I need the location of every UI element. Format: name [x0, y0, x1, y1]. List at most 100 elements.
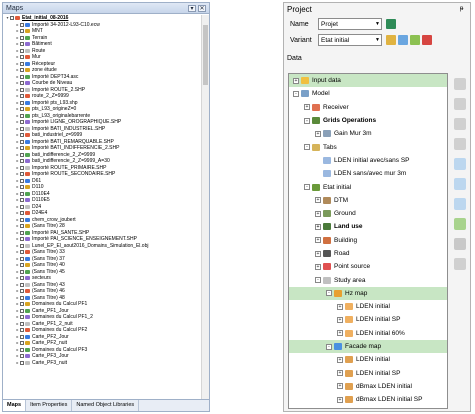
expand-icon[interactable]: +	[337, 356, 343, 363]
project-tree-item[interactable]: + Point source	[289, 260, 447, 273]
project-tree-item[interactable]: + LDEN initial SP	[289, 367, 447, 380]
visibility-checkbox[interactable]	[20, 35, 24, 40]
expand-icon[interactable]: +	[315, 263, 321, 270]
project-tree-item[interactable]: - Etat initial	[289, 180, 447, 193]
project-tree-item[interactable]: - Tabs	[289, 140, 447, 153]
maps-list-item[interactable]: ▸ Carte_PF3_nuit	[3, 360, 201, 367]
copy-icon[interactable]	[454, 118, 466, 130]
visibility-checkbox[interactable]	[20, 185, 24, 190]
project-tree[interactable]: + Input data - Model + Receiver - Grids Operati…	[288, 73, 448, 409]
visibility-checkbox[interactable]	[20, 321, 24, 326]
edit-icon[interactable]	[454, 218, 466, 230]
tree-icon[interactable]	[454, 178, 466, 190]
expand-icon[interactable]: +	[304, 104, 310, 111]
collapse-icon[interactable]: -	[304, 117, 310, 124]
collapse-icon[interactable]: -	[315, 277, 321, 284]
visibility-checkbox[interactable]	[20, 360, 24, 365]
expand-icon[interactable]: +	[337, 303, 343, 310]
collapse-icon[interactable]: -	[326, 290, 332, 297]
visibility-checkbox[interactable]	[20, 94, 24, 99]
visibility-checkbox[interactable]	[20, 354, 24, 359]
visibility-checkbox[interactable]	[20, 22, 24, 27]
visibility-checkbox[interactable]	[20, 107, 24, 112]
project-tree-item[interactable]: - Study area	[289, 273, 447, 286]
visibility-checkbox[interactable]	[20, 250, 24, 255]
paste-icon[interactable]	[454, 78, 466, 90]
visibility-checkbox[interactable]	[20, 120, 24, 125]
visibility-checkbox[interactable]	[20, 74, 24, 79]
tab-item-properties[interactable]: Item Properties	[26, 400, 73, 411]
project-tree-item[interactable]: + LDEN initial 60%	[289, 327, 447, 340]
visibility-checkbox[interactable]	[20, 68, 24, 73]
user-icon[interactable]	[454, 98, 466, 110]
visibility-checkbox[interactable]	[20, 165, 24, 170]
project-tree-item[interactable]: + dBmax LDEN initial SP	[289, 393, 447, 406]
scrollbar-thumb[interactable]	[203, 25, 208, 85]
visibility-checkbox[interactable]	[20, 42, 24, 47]
project-tree-item[interactable]: LDEN sans/avec mur 3m	[289, 167, 447, 180]
maps-tree[interactable]: ▾ Etat_initial_08-2016 ▸ Importé 34-2012-L9…	[3, 15, 201, 399]
visibility-checkbox[interactable]	[20, 217, 24, 222]
project-tree-item[interactable]: On receiver	[289, 406, 447, 408]
variant-combo[interactable]: Etat initial ▼	[318, 34, 382, 46]
visibility-checkbox[interactable]	[20, 256, 24, 261]
visibility-checkbox[interactable]	[20, 133, 24, 138]
collapse-icon[interactable]: -	[326, 343, 332, 350]
visibility-checkbox[interactable]	[20, 269, 24, 274]
visibility-checkbox[interactable]	[20, 334, 24, 339]
project-tree-item[interactable]: + Ground	[289, 207, 447, 220]
visibility-checkbox[interactable]	[20, 100, 24, 105]
project-tree-item[interactable]: + Building	[289, 234, 447, 247]
visibility-checkbox[interactable]	[20, 198, 24, 203]
visibility-checkbox[interactable]	[20, 295, 24, 300]
visibility-checkbox[interactable]	[20, 81, 24, 86]
project-tree-item[interactable]: - Facade map	[289, 339, 447, 354]
collapse-icon[interactable]: -	[304, 144, 310, 151]
project-tree-item[interactable]: - Hz map	[289, 286, 447, 301]
maps-scrollbar[interactable]	[201, 15, 209, 399]
expand-icon[interactable]: +	[337, 316, 343, 323]
visibility-checkbox[interactable]	[20, 308, 24, 313]
project-tree-item[interactable]: + Gain Mur 3m	[289, 127, 447, 140]
visibility-checkbox[interactable]	[20, 178, 24, 183]
visibility-checkbox[interactable]	[20, 282, 24, 287]
tab-maps[interactable]: Maps	[3, 400, 27, 411]
project-tree-item[interactable]: - Grids Operations	[289, 114, 447, 127]
visibility-checkbox[interactable]	[10, 16, 14, 21]
visibility-checkbox[interactable]	[20, 276, 24, 281]
flag-icon[interactable]	[386, 19, 396, 29]
visibility-checkbox[interactable]	[20, 152, 24, 157]
chevron-down-icon[interactable]: ▼	[375, 19, 380, 30]
project-tree-item[interactable]: LDEN initial avec/sans SP	[289, 154, 447, 167]
visibility-checkbox[interactable]	[20, 139, 24, 144]
layers-icon[interactable]	[454, 158, 466, 170]
visibility-checkbox[interactable]	[20, 172, 24, 177]
project-tree-item[interactable]: + Road	[289, 247, 447, 260]
expand-icon[interactable]: +	[337, 396, 343, 403]
route-icon[interactable]	[454, 198, 466, 210]
delete-variant-icon[interactable]	[422, 35, 432, 45]
visibility-checkbox[interactable]	[20, 224, 24, 229]
expand-icon[interactable]: +	[315, 197, 321, 204]
visibility-checkbox[interactable]	[20, 243, 24, 248]
visibility-checkbox[interactable]	[20, 113, 24, 118]
visibility-checkbox[interactable]	[20, 347, 24, 352]
visibility-checkbox[interactable]	[20, 211, 24, 216]
visibility-checkbox[interactable]	[20, 263, 24, 268]
expand-icon[interactable]: +	[315, 223, 321, 230]
gear-icon[interactable]	[454, 258, 466, 270]
project-tree-item[interactable]: + dBmax LDEN initial	[289, 380, 447, 393]
project-tree-item[interactable]: + Receiver	[289, 101, 447, 114]
tab-named-object-libraries[interactable]: Named Object Libraries	[72, 400, 140, 411]
expand-icon[interactable]: +	[337, 330, 343, 337]
visibility-checkbox[interactable]	[20, 328, 24, 333]
visibility-checkbox[interactable]	[20, 315, 24, 320]
expand-icon[interactable]: +	[315, 237, 321, 244]
visibility-checkbox[interactable]	[20, 48, 24, 53]
visibility-checkbox[interactable]	[20, 159, 24, 164]
visibility-checkbox[interactable]	[20, 191, 24, 196]
close-icon[interactable]: ✕	[198, 4, 206, 12]
settings-icon[interactable]	[454, 138, 466, 150]
collapse-icon[interactable]: -	[293, 90, 299, 97]
visibility-checkbox[interactable]	[20, 289, 24, 294]
